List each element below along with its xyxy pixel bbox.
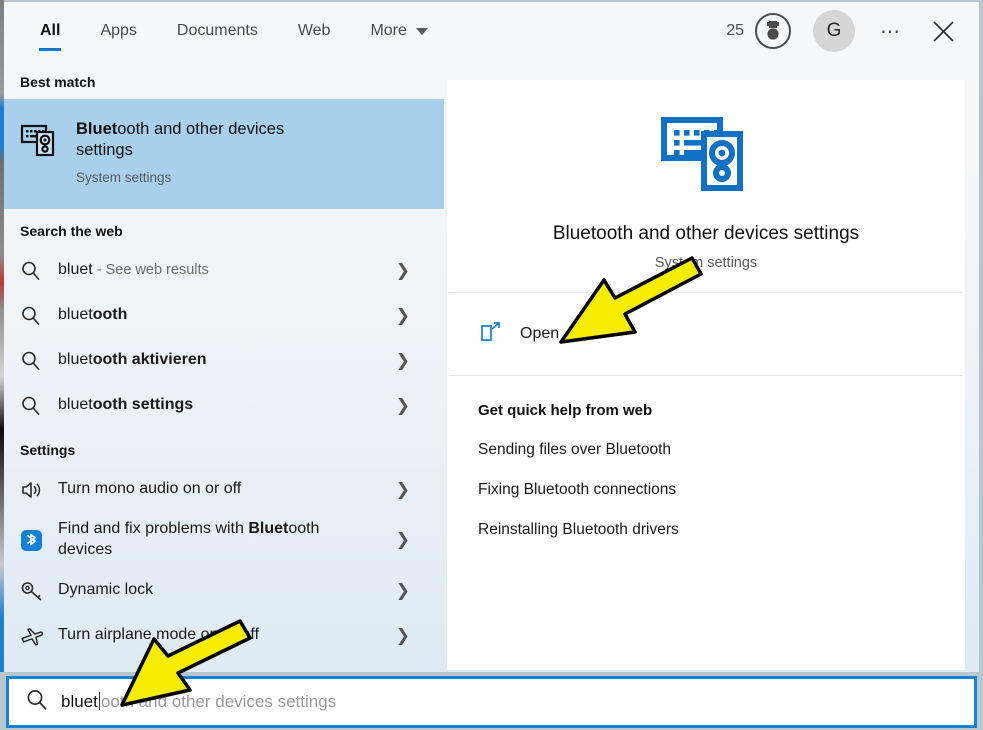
tab-documents[interactable]: Documents <box>157 2 278 60</box>
best-match-title-bold: Bluet <box>76 120 117 138</box>
web-result-suffix: - See web results <box>93 262 209 278</box>
web-result-prefix: bluet <box>58 351 93 368</box>
search-icon <box>20 350 58 372</box>
rewards-indicator[interactable]: 25 <box>726 13 791 49</box>
chevron-right-icon: ❯ <box>396 530 410 550</box>
open-label: Open <box>520 325 559 343</box>
search-icon <box>20 260 58 282</box>
best-match-title: Bluetooth and other devices settings <box>76 119 326 161</box>
chevron-right-icon: ❯ <box>396 306 410 326</box>
settings-result-row[interactable]: Find and fix problems with Bluetooth dev… <box>4 512 444 568</box>
tab-all-label: All <box>40 22 60 40</box>
tab-web[interactable]: Web <box>278 2 351 60</box>
tab-apps-label: Apps <box>100 22 136 40</box>
search-flyout-screen: All Apps Documents Web More 25 <box>0 0 983 730</box>
rewards-count: 25 <box>726 22 744 40</box>
web-result-row[interactable]: bluet - See web results ❯ <box>4 248 444 293</box>
web-result-prefix: bluet <box>58 396 93 413</box>
search-typed-value: bluet <box>61 692 98 711</box>
chevron-down-icon <box>416 28 428 35</box>
search-input-text: bluetooth and other devices settings <box>61 692 336 712</box>
search-icon <box>20 305 58 327</box>
web-result-prefix: bluet <box>58 261 93 278</box>
bluetooth-icon <box>20 529 58 552</box>
search-autocomplete-suffix: ooth and other devices settings <box>101 692 336 711</box>
web-result-bold: ooth settings <box>93 396 193 413</box>
tab-more[interactable]: More <box>350 2 447 60</box>
external-link-icon <box>480 321 502 348</box>
settings-result-prefix: Turn mono audio on or off <box>58 480 241 497</box>
ellipsis-icon[interactable]: ⋯ <box>871 11 911 51</box>
chevron-right-icon: ❯ <box>396 626 410 646</box>
web-result-label: bluet - See web results <box>58 260 209 281</box>
best-match-text: Bluetooth and other devices settings Sys… <box>76 119 326 185</box>
web-result-row[interactable]: bluetooth aktivieren ❯ <box>4 338 444 383</box>
avatar[interactable]: G <box>813 10 855 52</box>
results-list: Best match <box>4 60 444 670</box>
speaker-icon <box>20 479 58 501</box>
settings-result-prefix: Dynamic lock <box>58 581 153 598</box>
help-link[interactable]: Sending files over Bluetooth <box>478 441 965 459</box>
settings-result-prefix: Find and fix problems with <box>58 520 248 537</box>
settings-header: Settings <box>4 428 444 467</box>
best-match-item[interactable]: Bluetooth and other devices settings Sys… <box>4 99 444 209</box>
web-result-label: bluetooth settings <box>58 395 193 416</box>
settings-result-row[interactable]: Turn airplane mode on or off ❯ <box>4 613 444 658</box>
quick-help-section: Get quick help from web Sending files ov… <box>447 376 965 539</box>
web-result-label: bluetooth <box>58 305 127 326</box>
header-actions: 25 G ⋯ <box>726 2 965 60</box>
chevron-right-icon: ❯ <box>396 480 410 500</box>
chevron-right-icon: ❯ <box>396 581 410 601</box>
avatar-initial: G <box>827 20 842 42</box>
preview-title: Bluetooth and other devices settings <box>553 223 859 245</box>
search-input[interactable]: bluetooth and other devices settings <box>6 676 977 728</box>
web-result-prefix: bluet <box>58 306 93 323</box>
settings-result-label: Turn airplane mode on or off <box>58 625 259 646</box>
tab-documents-label: Documents <box>177 22 258 40</box>
best-match-subtitle: System settings <box>76 170 326 185</box>
quick-help-title: Get quick help from web <box>478 402 965 419</box>
rewards-medal-icon <box>755 13 791 49</box>
tab-apps[interactable]: Apps <box>80 2 156 60</box>
key-icon <box>20 580 58 602</box>
search-header: All Apps Documents Web More 25 <box>4 2 979 60</box>
chevron-right-icon: ❯ <box>396 396 410 416</box>
settings-result-bold: Bluet <box>248 520 288 537</box>
chevron-right-icon: ❯ <box>396 351 410 371</box>
settings-result-label: Turn mono audio on or off <box>58 479 241 500</box>
web-result-row[interactable]: bluetooth settings ❯ <box>4 383 444 428</box>
chevron-right-icon: ❯ <box>396 261 410 281</box>
search-icon <box>20 395 58 417</box>
close-icon[interactable] <box>921 9 965 53</box>
open-button[interactable]: Open <box>447 293 965 375</box>
help-link[interactable]: Reinstalling Bluetooth drivers <box>478 521 965 539</box>
tab-web-label: Web <box>298 22 331 40</box>
web-result-label: bluetooth aktivieren <box>58 350 207 371</box>
search-icon <box>25 688 51 717</box>
filter-tabs: All Apps Documents Web More <box>20 2 448 60</box>
help-link[interactable]: Fixing Bluetooth connections <box>478 481 965 499</box>
search-the-web-header: Search the web <box>4 209 444 248</box>
best-match-header: Best match <box>4 60 444 99</box>
settings-result-row[interactable]: Dynamic lock ❯ <box>4 568 444 613</box>
text-cursor <box>99 692 100 710</box>
preview-panel: Bluetooth and other devices settings Sys… <box>447 80 965 670</box>
settings-result-label: Dynamic lock <box>58 580 153 601</box>
keyboard-mouse-icon <box>658 102 754 203</box>
preview-header: Bluetooth and other devices settings Sys… <box>447 80 965 292</box>
settings-result-row[interactable]: Turn mono audio on or off ❯ <box>4 467 444 512</box>
preview-subtitle: System settings <box>655 255 757 271</box>
tab-more-label: More <box>370 22 406 40</box>
web-result-bold: ooth aktivieren <box>93 351 207 368</box>
web-result-row[interactable]: bluetooth ❯ <box>4 293 444 338</box>
keyboard-mouse-icon <box>20 119 60 164</box>
tab-all[interactable]: All <box>20 2 80 60</box>
settings-result-prefix: Turn airplane mode on or off <box>58 626 259 643</box>
settings-result-label: Find and fix problems with Bluetooth dev… <box>58 519 373 561</box>
airplane-icon <box>20 625 58 647</box>
web-result-bold: ooth <box>93 306 128 323</box>
